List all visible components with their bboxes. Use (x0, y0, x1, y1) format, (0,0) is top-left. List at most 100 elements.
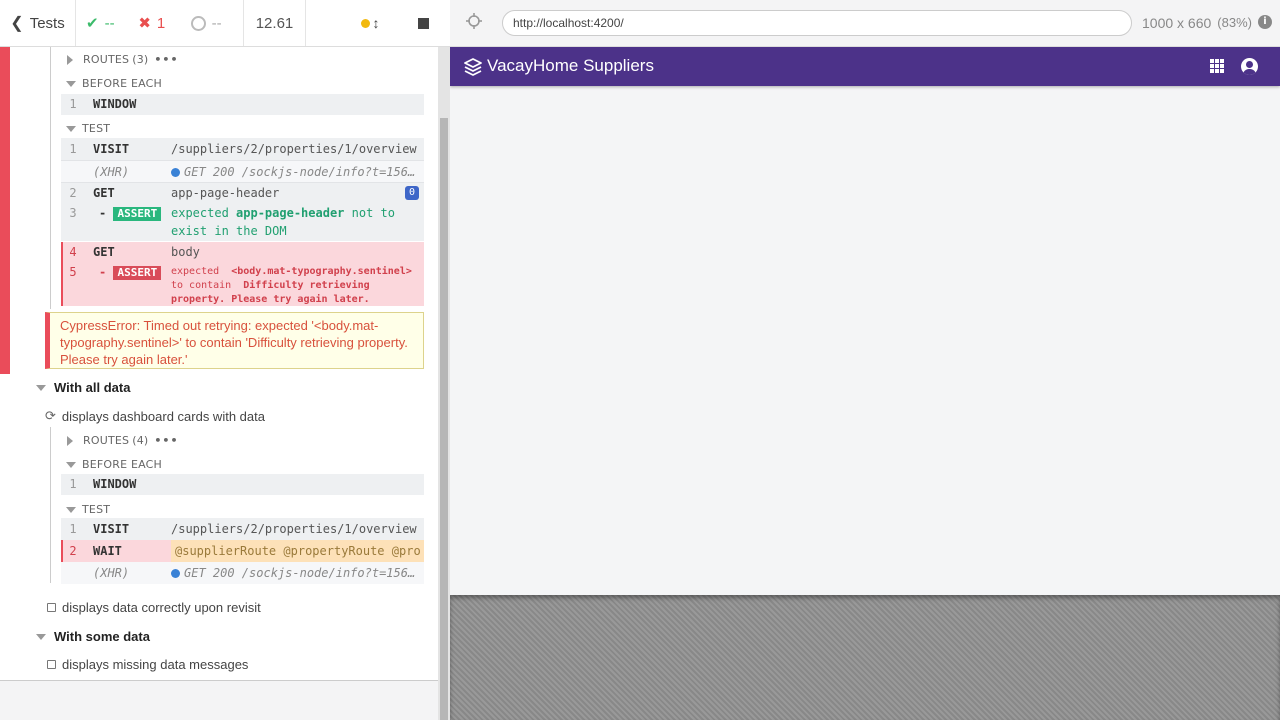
test-title[interactable]: displays data correctly upon revisit (47, 600, 261, 615)
alias-tag: @propertyRoute (283, 544, 385, 558)
account-circle-icon[interactable] (1241, 58, 1258, 75)
failed-count[interactable]: ✖ 1 (138, 14, 190, 33)
command-row[interactable]: 1 VISIT /suppliers/2/properties/1/overvi… (61, 518, 424, 540)
element-count-badge: 0 (405, 186, 419, 200)
stop-icon (417, 17, 429, 29)
command-number: 1 (69, 97, 77, 111)
assert-subject: <body.mat-typography.sentinel> (231, 266, 412, 277)
suite-title[interactable]: With all data (36, 380, 130, 395)
suite-title-text: With all data (54, 380, 131, 395)
command-row[interactable]: 1 WINDOW (61, 474, 424, 495)
test-counts: ✔ -- ✖ 1 -- (76, 0, 244, 46)
reporter-footer (0, 681, 438, 720)
xhr-status-dot-icon (171, 569, 180, 578)
app-title-brand: VacayHome (487, 56, 579, 75)
app-toolbar: VacayHome Suppliers (450, 47, 1280, 86)
command-name: WINDOW (93, 477, 137, 491)
command-number: 3 (69, 206, 77, 220)
failed-command-group: 4 GET body 5 - ASSERT expected <body.mat… (61, 242, 424, 306)
apps-grid-icon[interactable] (1210, 59, 1224, 73)
viewport-info[interactable]: 1000 x 660 (83%) (1142, 0, 1252, 47)
scrollbar-thumb[interactable] (440, 118, 448, 720)
command-message: /suppliers/2/properties/1/overview (171, 142, 417, 156)
command-number: 1 (69, 142, 77, 156)
command-message: app-page-header (171, 186, 280, 200)
url-bar[interactable]: http://localhost:4200/ (502, 10, 1132, 36)
wait-aliases: @supplierRoute @propertyRoute @pro (171, 540, 424, 562)
command-row[interactable]: 1 VISIT /suppliers/2/properties/1/overvi… (61, 138, 424, 160)
xhr-message-text: GET 200 /sockjs-node/info?t=1561... (184, 165, 421, 179)
reporter-panel: ❮ Tests ✔ -- ✖ 1 -- 12.61 ↕ ROUTES (3) •… (0, 0, 450, 720)
test-title[interactable]: displays missing data messages (47, 657, 248, 672)
test-title-text: displays dashboard cards with data (61, 408, 265, 424)
routes-count: (4) (132, 434, 149, 447)
back-to-tests-button[interactable]: ❮ Tests (0, 0, 76, 46)
test-hook[interactable]: TEST (66, 122, 110, 135)
command-row-pending[interactable]: 2 WAIT @supplierRoute @propertyRoute @pr… (61, 540, 424, 562)
command-name: WINDOW (93, 97, 137, 111)
passed-count[interactable]: ✔ -- (86, 14, 138, 33)
refresh-icon: ⟳ (45, 408, 56, 423)
command-message: expected <body.mat-typography.sentinel> … (171, 265, 416, 307)
toggle-auto-scroll-button[interactable]: ↕ (368, 15, 384, 31)
command-row[interactable]: 3 - ASSERT expected app-page-header not … (61, 204, 424, 242)
error-message[interactable]: CypressError: Timed out retrying: expect… (45, 312, 424, 369)
pending-count[interactable]: -- (190, 14, 243, 32)
check-icon: ✔ (86, 15, 99, 32)
before-each-hook[interactable]: BEFORE EACH (66, 77, 162, 90)
selector-playground-button[interactable] (464, 12, 484, 32)
empty-checkbox-icon (47, 603, 56, 612)
command-number: 4 (69, 245, 77, 259)
hook-label: BEFORE EACH (82, 77, 163, 90)
aut-header: http://localhost:4200/ 1000 x 660 (83%) … (450, 0, 1280, 47)
layers-logo-icon (464, 58, 482, 76)
stop-button[interactable] (406, 17, 440, 29)
command-number: 1 (69, 477, 77, 491)
app-title[interactable]: VacayHome Suppliers (487, 56, 654, 76)
command-row[interactable]: 2 GET app-page-header 0 (61, 183, 424, 203)
before-each-hook[interactable]: BEFORE EACH (66, 458, 162, 471)
test-hook[interactable]: TEST (66, 503, 110, 516)
crosshair-icon (466, 13, 482, 29)
suite-title-text: With some data (54, 629, 150, 644)
caret-down-icon (66, 506, 76, 513)
command-row[interactable]: 5 - ASSERT expected <body.mat-typography… (63, 262, 424, 306)
command-name: - ASSERT (99, 204, 162, 222)
hook-label: BEFORE EACH (82, 458, 163, 471)
command-row-xhr[interactable]: (XHR) GET 200 /sockjs-node/info?t=1561..… (61, 160, 424, 182)
test-title-text: displays missing data messages (62, 657, 249, 672)
hook-label: TEST (82, 503, 111, 516)
tree-line (50, 427, 51, 583)
assert-tag: ASSERT (113, 266, 162, 280)
command-row[interactable]: 1 WINDOW (61, 94, 424, 115)
command-name: VISIT (93, 522, 130, 536)
command-name: (XHR) (93, 566, 130, 580)
assert-prefix: expected (171, 266, 220, 277)
xhr-message-text: GET 200 /sockjs-node/info?t=1561... (184, 566, 421, 580)
pending-value: -- (211, 14, 222, 32)
info-icon[interactable]: i (1258, 15, 1272, 29)
command-name: WAIT (93, 544, 122, 558)
command-group: 2 GET app-page-header 0 3 - ASSERT expec… (61, 182, 424, 241)
routes-toggle[interactable]: ROUTES (3) ••• (67, 53, 179, 66)
assert-subject: app-page-header (236, 206, 345, 220)
xhr-status-dot-icon (171, 168, 180, 177)
routes-toggle[interactable]: ROUTES (4) ••• (67, 434, 179, 447)
more-dots-icon: ••• (154, 434, 179, 447)
command-number: 2 (69, 544, 77, 558)
command-number: 2 (69, 186, 77, 200)
run-controls: ↕ (306, 0, 450, 46)
suite-title[interactable]: With some data (36, 629, 150, 644)
tree-line (50, 47, 51, 309)
command-row-xhr[interactable]: (XHR) GET 200 /sockjs-node/info?t=1561..… (61, 562, 424, 584)
app-title-suffix: Suppliers (578, 56, 654, 75)
test-title[interactable]: ⟳ displays dashboard cards with data (45, 408, 265, 424)
caret-right-icon (67, 435, 73, 446)
failed-value: 1 (156, 14, 166, 32)
command-message: body (171, 245, 200, 259)
command-row[interactable]: 4 GET body (63, 242, 424, 262)
x-icon: ✖ (138, 15, 151, 32)
caret-down-icon (66, 125, 76, 132)
arrows-vertical-icon: ↕ (372, 15, 380, 31)
command-message: expected app-page-header not to exist in… (171, 204, 411, 240)
